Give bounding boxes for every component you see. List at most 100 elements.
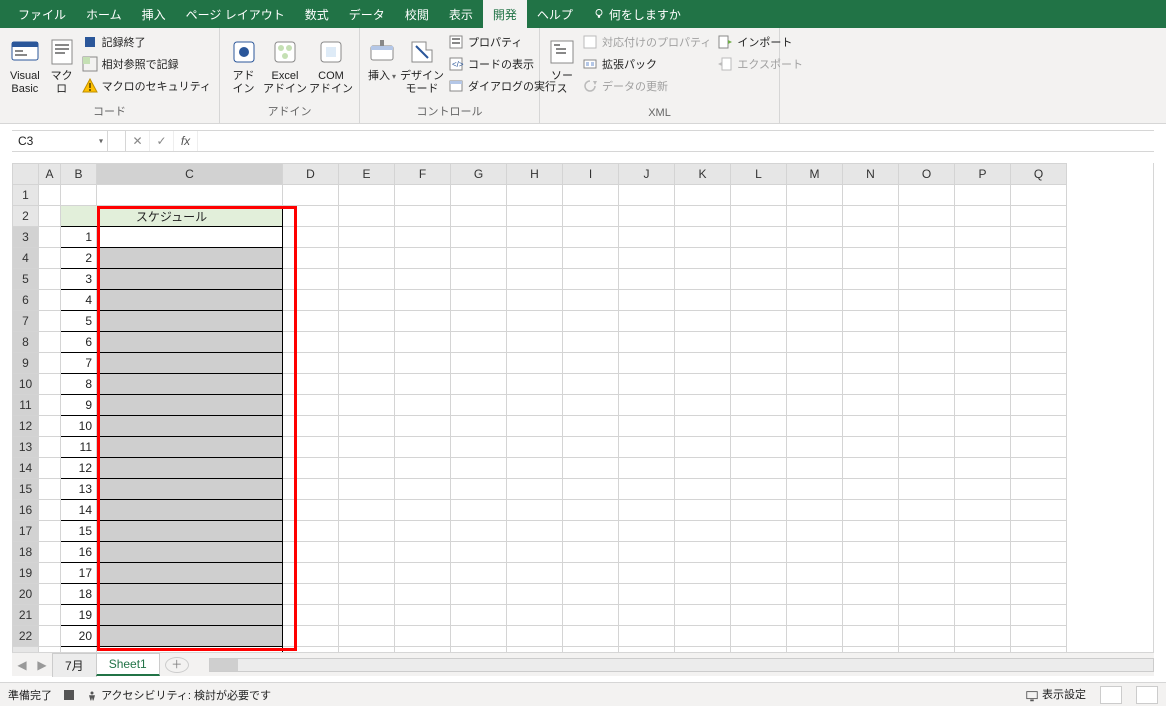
cell-C13[interactable] [97,437,283,458]
cell-J20[interactable] [619,584,675,605]
cell-E7[interactable] [339,311,395,332]
cancel-formula-button[interactable]: ✕ [126,131,150,151]
cell-E4[interactable] [339,248,395,269]
cell-N7[interactable] [843,311,899,332]
cell-B15[interactable]: 13 [61,479,97,500]
cell-A16[interactable] [39,500,61,521]
refresh-data-button[interactable]: データの更新 [580,76,713,96]
cell-J4[interactable] [619,248,675,269]
cell-Q21[interactable] [1011,605,1067,626]
cell-O9[interactable] [899,353,955,374]
xml-source-button[interactable]: ソース [546,32,578,96]
cell-L18[interactable] [731,542,787,563]
formula-input[interactable] [198,131,1154,151]
cell-G14[interactable] [451,458,507,479]
cell-P15[interactable] [955,479,1011,500]
cell-H18[interactable] [507,542,563,563]
cell-O7[interactable] [899,311,955,332]
cell-A22[interactable] [39,626,61,647]
cell-I14[interactable] [563,458,619,479]
cell-A1[interactable] [39,185,61,206]
cell-M19[interactable] [787,563,843,584]
cell-D5[interactable] [283,269,339,290]
cell-M17[interactable] [787,521,843,542]
cell-N8[interactable] [843,332,899,353]
cell-O20[interactable] [899,584,955,605]
cell-M22[interactable] [787,626,843,647]
cell-F6[interactable] [395,290,451,311]
cell-O13[interactable] [899,437,955,458]
cell-J8[interactable] [619,332,675,353]
row-header-6[interactable]: 6 [13,290,39,311]
map-properties-button[interactable]: 対応付けのプロパティ [580,32,713,52]
cell-M1[interactable] [787,185,843,206]
cell-H7[interactable] [507,311,563,332]
cell-A12[interactable] [39,416,61,437]
cell-Q22[interactable] [1011,626,1067,647]
cell-I3[interactable] [563,227,619,248]
cell-H13[interactable] [507,437,563,458]
cell-F14[interactable] [395,458,451,479]
cell-Q13[interactable] [1011,437,1067,458]
cell-J14[interactable] [619,458,675,479]
cell-N14[interactable] [843,458,899,479]
cell-J16[interactable] [619,500,675,521]
cell-C15[interactable] [97,479,283,500]
cell-H3[interactable] [507,227,563,248]
cell-I9[interactable] [563,353,619,374]
cell-C4[interactable] [97,248,283,269]
cell-I12[interactable] [563,416,619,437]
cell-O11[interactable] [899,395,955,416]
cell-K5[interactable] [675,269,731,290]
cell-O3[interactable] [899,227,955,248]
cell-H21[interactable] [507,605,563,626]
cell-F15[interactable] [395,479,451,500]
cell-O19[interactable] [899,563,955,584]
cell-G6[interactable] [451,290,507,311]
row-header-3[interactable]: 3 [13,227,39,248]
cell-C22[interactable] [97,626,283,647]
cell-B1[interactable] [61,185,97,206]
cell-P11[interactable] [955,395,1011,416]
cell-E18[interactable] [339,542,395,563]
cell-P16[interactable] [955,500,1011,521]
cell-K12[interactable] [675,416,731,437]
cell-K10[interactable] [675,374,731,395]
cell-J12[interactable] [619,416,675,437]
macro-security-button[interactable]: マクロのセキュリティ [80,76,213,96]
cell-G16[interactable] [451,500,507,521]
cell-Q16[interactable] [1011,500,1067,521]
cell-C20[interactable] [97,584,283,605]
cell-K18[interactable] [675,542,731,563]
cell-B11[interactable]: 9 [61,395,97,416]
cell-J2[interactable] [619,206,675,227]
cell-P18[interactable] [955,542,1011,563]
cell-I20[interactable] [563,584,619,605]
cell-M10[interactable] [787,374,843,395]
cell-F7[interactable] [395,311,451,332]
cell-O8[interactable] [899,332,955,353]
cell-C10[interactable] [97,374,283,395]
cell-L4[interactable] [731,248,787,269]
cell-I16[interactable] [563,500,619,521]
cell-K22[interactable] [675,626,731,647]
cell-D20[interactable] [283,584,339,605]
cell-N15[interactable] [843,479,899,500]
cell-Q9[interactable] [1011,353,1067,374]
cell-B12[interactable]: 10 [61,416,97,437]
cell-A7[interactable] [39,311,61,332]
cell-B21[interactable]: 19 [61,605,97,626]
cell-F9[interactable] [395,353,451,374]
cell-N10[interactable] [843,374,899,395]
cell-H6[interactable] [507,290,563,311]
cell-Q1[interactable] [1011,185,1067,206]
cell-E15[interactable] [339,479,395,500]
row-header-13[interactable]: 13 [13,437,39,458]
cell-D13[interactable] [283,437,339,458]
row-header-8[interactable]: 8 [13,332,39,353]
cell-L2[interactable] [731,206,787,227]
sheet-nav-prev[interactable]: ◀ [12,658,32,672]
cell-C7[interactable] [97,311,283,332]
cell-C19[interactable] [97,563,283,584]
cell-Q18[interactable] [1011,542,1067,563]
